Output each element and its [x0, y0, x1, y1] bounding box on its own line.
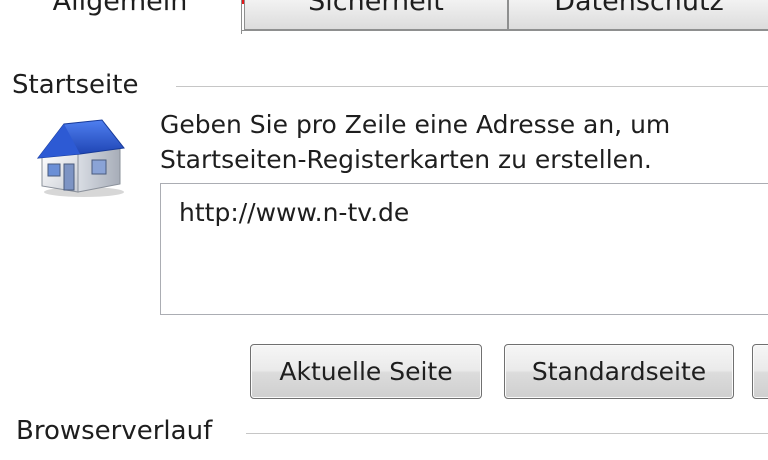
history-group-header: Browserverlauf — [16, 416, 213, 446]
tab-security[interactable]: Sicherheit — [244, 0, 508, 30]
tab-privacy-label: Datenschutz — [554, 0, 724, 17]
history-group-divider — [246, 433, 768, 434]
tab-security-label: Sicherheit — [308, 0, 444, 17]
tab-baseline — [242, 30, 768, 31]
startpage-description-line1: Geben Sie pro Zeile eine Adresse an, um — [160, 110, 671, 139]
startpage-address-textarea[interactable]: http://www.n-tv.de — [160, 183, 768, 315]
startpage-group-divider — [176, 86, 768, 87]
startpage-group-header: Startseite — [12, 70, 139, 100]
startpage-address-value: http://www.n-tv.de — [179, 198, 410, 227]
use-blank-page-button[interactable] — [752, 344, 768, 399]
startpage-description-line2: Startseiten-Registerkarten zu erstellen. — [160, 145, 652, 174]
startpage-description: Geben Sie pro Zeile eine Adresse an, um … — [160, 107, 670, 177]
tab-strip: Allgemein Sicherheit Datenschutz — [0, 0, 768, 34]
tab-general[interactable]: Allgemein — [0, 0, 242, 34]
use-default-page-button[interactable]: Standardseite — [504, 344, 734, 399]
tab-general-label: Allgemein — [52, 0, 188, 17]
house-icon — [36, 119, 125, 197]
use-current-page-button[interactable]: Aktuelle Seite — [250, 344, 482, 399]
tab-privacy[interactable]: Datenschutz — [508, 0, 768, 30]
